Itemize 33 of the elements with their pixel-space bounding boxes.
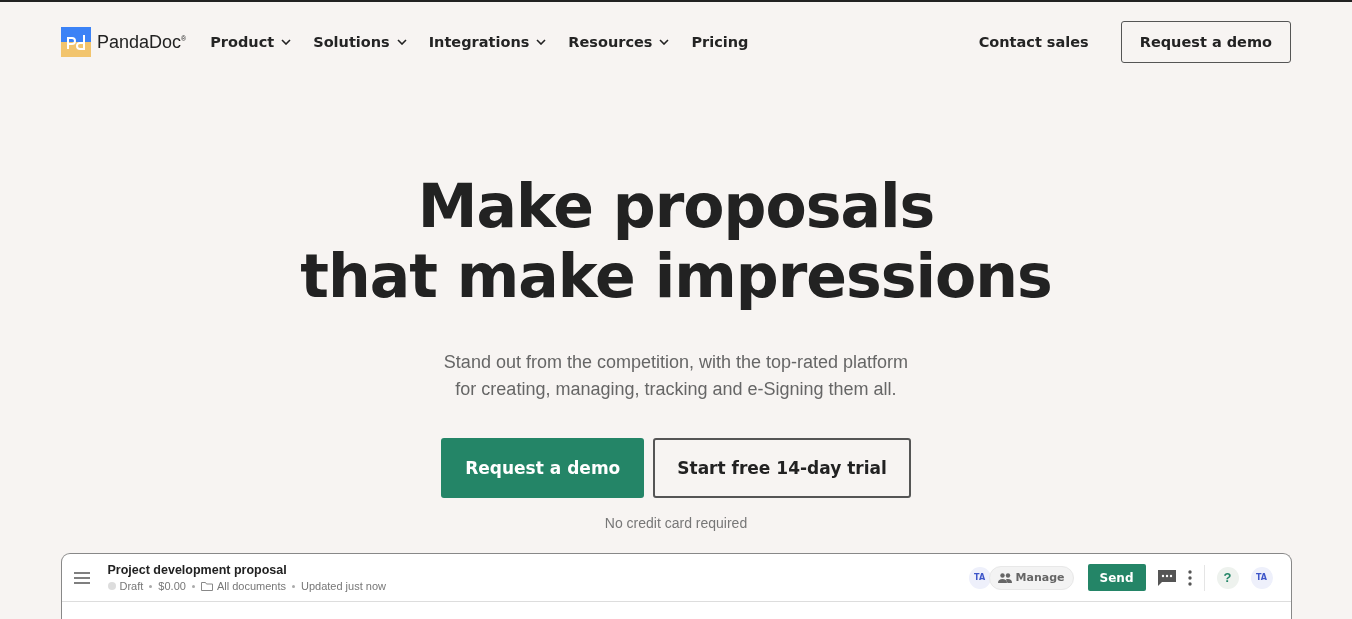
folder-icon: [200, 581, 213, 591]
separator-dot: [191, 584, 195, 588]
nav-link[interactable]: Product: [210, 34, 292, 50]
logo-icon: [61, 27, 91, 57]
logo-text[interactable]: PandaDoc$^{®}$: [97, 31, 187, 53]
document-title: Project development proposal: [107, 563, 288, 577]
separator-dot: [291, 584, 295, 588]
request-demo-button[interactable]: Request a demo: [441, 438, 645, 498]
updated-time: Updated just now: [300, 580, 386, 592]
separator-dot: [149, 584, 153, 588]
document-amount: $0.00: [158, 580, 186, 592]
nav-link[interactable]: Pricing: [691, 34, 749, 50]
hero-subtitle: Stand out from the competition, with the top-rated platform for creating, managing, tracking and e-Signing them all.: [443, 351, 909, 401]
people-icon: [997, 572, 1012, 583]
more-options-icon[interactable]: [1187, 569, 1192, 586]
send-button[interactable]: Send: [1087, 564, 1146, 591]
comment-icon[interactable]: [1157, 569, 1176, 586]
free-trial-button[interactable]: Start free 14-day trial: [653, 438, 911, 498]
help-button[interactable]: ?: [1216, 566, 1239, 589]
no-credit-card-note: No credit card required: [604, 515, 748, 531]
user-avatar[interactable]: TA: [968, 566, 991, 589]
request-demo-button[interactable]: Request a demo: [1120, 21, 1291, 63]
contact-sales-link[interactable]: Contact sales: [978, 34, 1089, 50]
menu-icon[interactable]: [73, 571, 90, 584]
nav-link[interactable]: Integrations: [428, 34, 547, 50]
nav-link[interactable]: Solutions: [313, 34, 407, 50]
nav-link[interactable]: Resources: [568, 34, 670, 50]
manage-button[interactable]: Manage: [988, 565, 1074, 590]
hero-headline: Make proposals that make impressions: [300, 171, 1052, 311]
status-dot-icon: [107, 582, 116, 590]
document-status: Draft: [119, 580, 144, 592]
user-avatar[interactable]: TA: [1250, 566, 1273, 589]
folder-link[interactable]: All documents: [216, 580, 286, 592]
